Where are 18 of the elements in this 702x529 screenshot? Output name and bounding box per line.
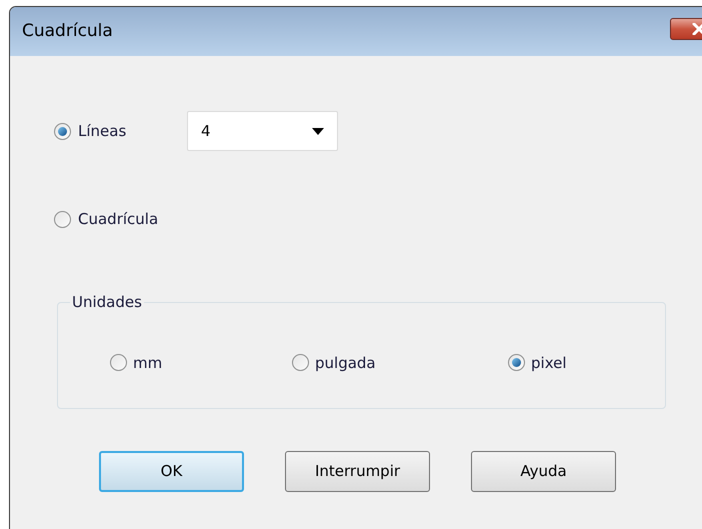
dialog-button[interactable]: Ayuda [471,451,616,492]
dialog-button[interactable]: OK [99,451,244,492]
caret-icon [312,128,324,134]
dialog-button[interactable]: Interrumpir [285,451,430,492]
option-label: Líneas [78,120,128,142]
radio-button[interactable] [292,354,309,372]
option-label: pulgada [315,352,376,374]
radio-button[interactable] [110,354,127,372]
window-title: Cuadrícula [22,20,113,43]
option-label: pixel [531,352,567,374]
option-label: mm [133,352,162,374]
group-title: Unidades [71,292,143,313]
radio-button[interactable] [54,122,71,140]
radio-button[interactable] [508,354,525,372]
close-icon [692,22,702,34]
option-label: Cuadrícula [78,208,158,230]
dropdown[interactable]: 4 [187,111,338,151]
radio-button[interactable] [54,210,71,228]
